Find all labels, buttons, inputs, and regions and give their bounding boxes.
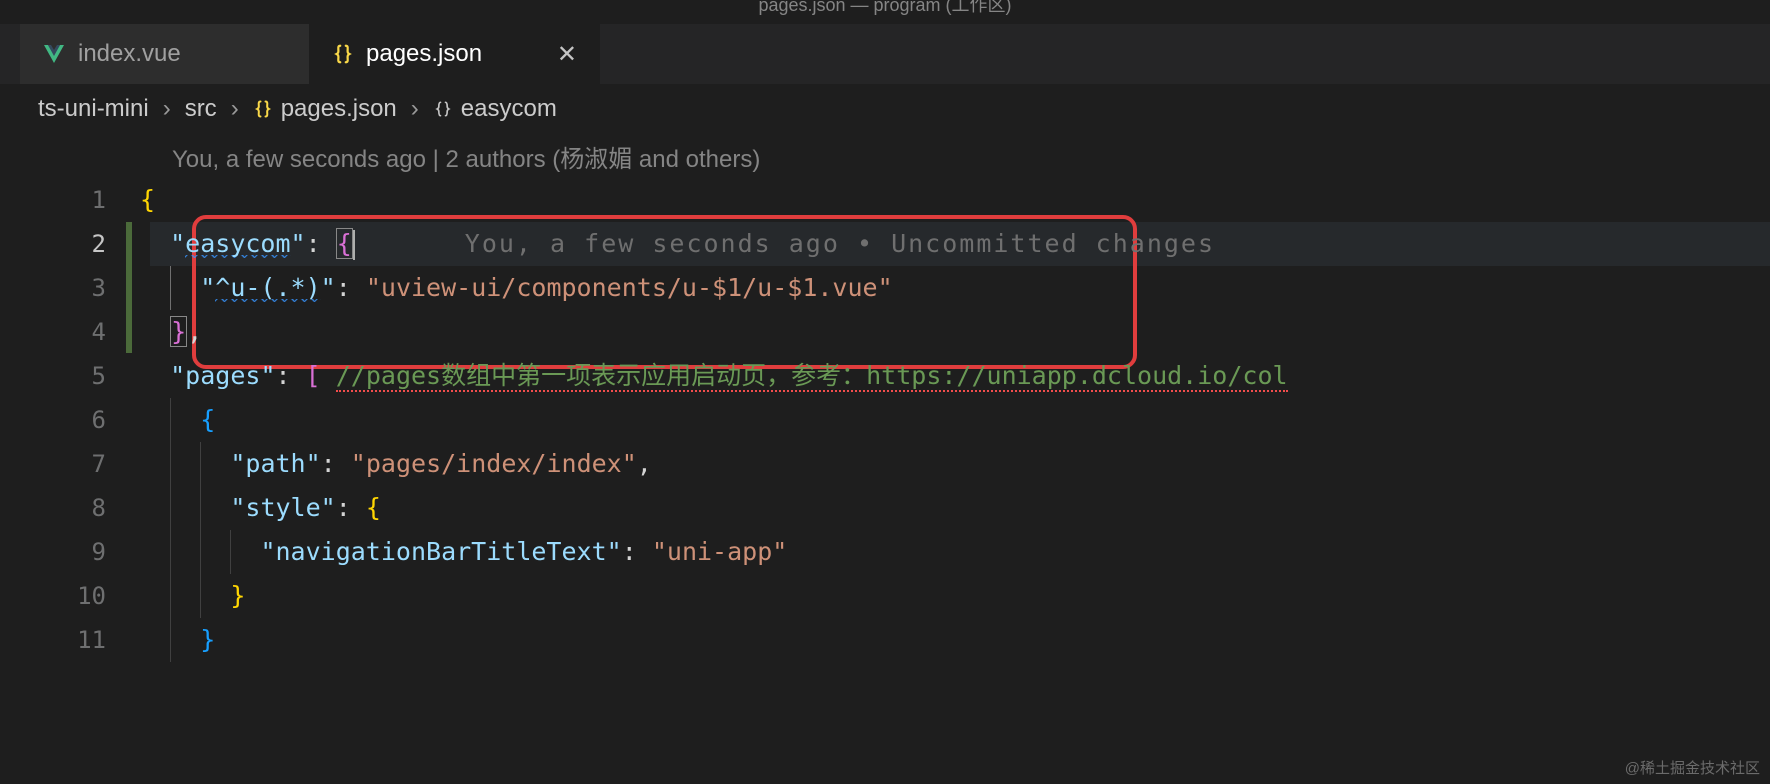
code-editor[interactable]: 1 { 2 "easycom": {You, a few seconds ago… bbox=[0, 178, 1770, 662]
line-number: 1 bbox=[0, 178, 140, 222]
breadcrumb-segment[interactable]: pages.json bbox=[253, 95, 397, 123]
code-line: 7 "path": "pages/index/index", bbox=[0, 442, 1770, 486]
line-number: 2 bbox=[0, 222, 140, 266]
chevron-right-icon: › bbox=[411, 95, 419, 123]
code-line: 2 "easycom": {You, a few seconds ago • U… bbox=[0, 222, 1770, 266]
line-number: 9 bbox=[0, 530, 140, 574]
tab-label: pages.json bbox=[366, 40, 482, 68]
tab-bar: index.vue pages.json ✕ bbox=[0, 24, 1770, 84]
vue-icon bbox=[42, 42, 66, 66]
line-number: 4 bbox=[0, 310, 140, 354]
code-line: 3 "^u-(.*)": "uview-ui/components/u-$1/u… bbox=[0, 266, 1770, 310]
watermark: @稀土掘金技术社区 bbox=[1625, 757, 1760, 778]
gitlens-header: You, a few seconds ago | 2 authors (杨淑媚 … bbox=[0, 134, 1770, 178]
code-line: 10 } bbox=[0, 574, 1770, 618]
line-number: 6 bbox=[0, 398, 140, 442]
code-line: 11 } bbox=[0, 618, 1770, 662]
breadcrumb-segment[interactable]: ts-uni-mini bbox=[38, 95, 149, 123]
line-number: 7 bbox=[0, 442, 140, 486]
line-number: 11 bbox=[0, 618, 140, 662]
close-icon[interactable]: ✕ bbox=[547, 40, 577, 69]
code-line: 6 { bbox=[0, 398, 1770, 442]
line-number: 8 bbox=[0, 486, 140, 530]
code-line: 8 "style": { bbox=[0, 486, 1770, 530]
breadcrumb-segment[interactable]: src bbox=[185, 95, 217, 123]
code-line: 9 "navigationBarTitleText": "uni-app" bbox=[0, 530, 1770, 574]
code-line: 5 "pages": [ //pages数组中第一项表示应用启动页，参考：htt… bbox=[0, 354, 1770, 398]
json-icon bbox=[332, 43, 354, 65]
code-line: 4 }, bbox=[0, 310, 1770, 354]
tab-index-vue[interactable]: index.vue bbox=[20, 24, 310, 84]
breadcrumb-segment[interactable]: easycom bbox=[433, 95, 557, 123]
code-line: 1 { bbox=[0, 178, 1770, 222]
line-number: 5 bbox=[0, 354, 140, 398]
chevron-right-icon: › bbox=[163, 95, 171, 123]
tab-label: index.vue bbox=[78, 40, 181, 68]
line-number: 10 bbox=[0, 574, 140, 618]
breadcrumb: ts-uni-mini › src › pages.json › easycom bbox=[0, 84, 1770, 134]
json-icon bbox=[253, 99, 273, 119]
window-title: pages.json — program (工作区) bbox=[0, 0, 1770, 24]
tab-pages-json[interactable]: pages.json ✕ bbox=[310, 24, 600, 84]
braces-icon bbox=[433, 99, 453, 119]
change-indicator bbox=[126, 222, 132, 353]
gitlens-inline: You, a few seconds ago • Uncommitted cha… bbox=[355, 229, 1215, 258]
chevron-right-icon: › bbox=[231, 95, 239, 123]
line-number: 3 bbox=[0, 266, 140, 310]
